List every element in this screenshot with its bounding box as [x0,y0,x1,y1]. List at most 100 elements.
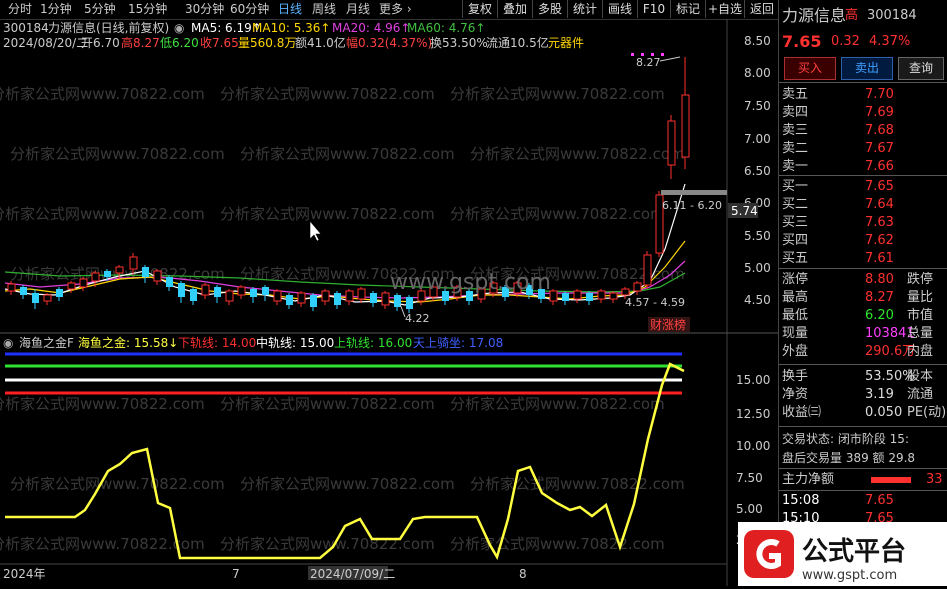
fuquan-button[interactable]: 复权 [462,0,497,18]
ma20-label: MA20: 4.96↑ [332,21,410,35]
ma10-label: MA10: 5.36↑ [252,21,330,35]
watermark-text: 分析家公式网www.70822.com [220,85,435,103]
watermark-text: 分析家公式网www.70822.com [240,145,455,163]
candle-body [643,254,652,286]
indicator-tick: 10.00 [736,439,770,453]
range2-label: 4.57 - 4.59 [625,296,685,309]
watermark-text: 分析家公式网www.70822.com [450,395,665,413]
price-axis: 8.508.007.507.006.506.005.505.004.50 [744,34,771,307]
indicator-header: ◉ 海鱼之金F 海鱼之金: 15.58↓ 下轨线: 14.00 中轨线: 15.… [3,335,503,350]
buy-button[interactable]: 买入 [784,57,836,80]
watermark-text: 分析家公式网www.70822.com [0,205,205,223]
mark-button[interactable]: 标记 [670,0,705,18]
logo-url: www.gspt.com [802,568,897,583]
sell-button[interactable]: 卖出 [841,57,893,80]
quote-row: 买一 7.65 [782,179,894,194]
quote-row: 换手 53.50% 股本 [782,369,934,384]
candle-body [32,293,39,303]
candle-body [43,294,52,302]
query-button[interactable]: 查询 [898,57,944,80]
candle-body [153,270,162,282]
indicator-tick: 12.50 [736,407,770,421]
candle-body [321,290,330,302]
tab-15min[interactable]: 15分钟 [128,1,167,18]
candle-body [334,293,341,305]
collapse-icon: ◉ [3,336,13,350]
watermark-text: 分析家公式网www.70822.com [0,535,205,553]
watermark-text: 分析家公式网www.70822.com [450,535,665,553]
overlay-button[interactable]: 叠加 [497,0,532,18]
candle-body [214,287,221,297]
bar-open: 开6.70 [81,36,120,50]
stock-name: 力源信息 [782,6,847,25]
candle-body [201,284,210,296]
candle-body [91,272,100,282]
candle-body [310,295,317,307]
indicator-axis: 15.0012.5010.007.505.002.50 [736,373,770,547]
indicator-lower: 下轨线: 14.00 [178,336,256,350]
stock-title: 力源信息(日线,前复权) [48,20,169,35]
draw-button[interactable]: 画线 [602,0,637,18]
time-axis: 2024年 7 2024/07/09/二 8 [3,566,527,581]
price-tick: 6.50 [744,164,771,178]
tab-monthly[interactable]: 月线 [346,1,370,18]
stats-button[interactable]: 统计 [567,0,602,18]
candle-body [681,94,690,158]
quote-row: 卖三 7.68 [782,123,894,138]
bar-sector: 元器件 [548,36,584,50]
tab-60min[interactable]: 60分钟 [230,1,269,18]
watermark-text: 分析家公式网www.70822.com [220,205,435,223]
tab-5min[interactable]: 5分钟 [84,1,116,18]
price-tick: 4.50 [744,293,771,307]
add-watchlist-button[interactable]: +自选 [705,0,744,18]
indicator-tick: 5.00 [736,502,763,516]
tab-1min[interactable]: 1分钟 [40,1,72,18]
candle-body [345,290,354,302]
last-price: 7.65 [782,32,822,51]
tab-daily[interactable]: 日线 [278,1,302,18]
gspt-logo: 公式平台 www.gspt.com [738,522,947,586]
tab-more[interactable]: 更多 › [379,1,412,18]
ma5-line [4,183,686,306]
mouse-pointer-icon [309,220,322,242]
candle-body [549,290,558,302]
candle-body [621,288,630,296]
multistock-button[interactable]: 多股 [532,0,567,18]
bar-volume: 量560.8万 [238,36,296,50]
quote-row: 卖一 7.66 [782,159,894,174]
tab-fenshi[interactable]: 分时 [8,1,32,18]
after-hours: 盘后交易量 389 额 29.8 [782,451,916,465]
quote-row: 买四 7.62 [782,233,894,248]
indicator-name: 海鱼之金F [19,335,74,350]
candle-body [178,283,185,297]
candle-body [79,278,88,288]
logo-text: 公式平台 [802,536,906,567]
candle-body [225,290,234,302]
tab-30min[interactable]: 30分钟 [185,1,224,18]
candle-body [273,290,282,302]
candle-body [297,292,306,304]
price-tick: 8.00 [744,66,771,80]
watermark-text: 分析家公式网www.70822.com [450,85,665,103]
badge-label: 财涨榜 [650,317,686,332]
price-tick: 8.50 [744,34,771,48]
candle-body [104,271,111,277]
quote-row: 涨停 8.80 跌停 [782,272,934,287]
stock-code: 300184 [3,21,49,35]
candle-body [237,286,246,296]
bar-date: 2024/08/20/二 [3,36,88,50]
candle-body [609,292,618,300]
indicator-v1: 海鱼之金: 15.58↓ [78,335,178,350]
price-cursor-tag: 5.74 [731,204,758,218]
kline-chart[interactable]: 分析家公式网www.70822.com 分析家公式网www.70822.com 分析… [0,19,780,586]
indicator-sky: 天上骑坐: 17.08 [413,336,503,350]
candle-body [190,289,197,301]
watermark-text: 分析家公式网www.70822.com [240,475,455,493]
back-button[interactable]: 返回 [744,0,779,18]
price-tick: 5.00 [744,261,771,275]
tab-weekly[interactable]: 周线 [312,1,336,18]
center-watermark: www.gspt.com [390,270,551,295]
candle-body [667,120,676,166]
f10-button[interactable]: F10 [637,0,670,18]
bar-low: 低6.20 [160,36,199,50]
